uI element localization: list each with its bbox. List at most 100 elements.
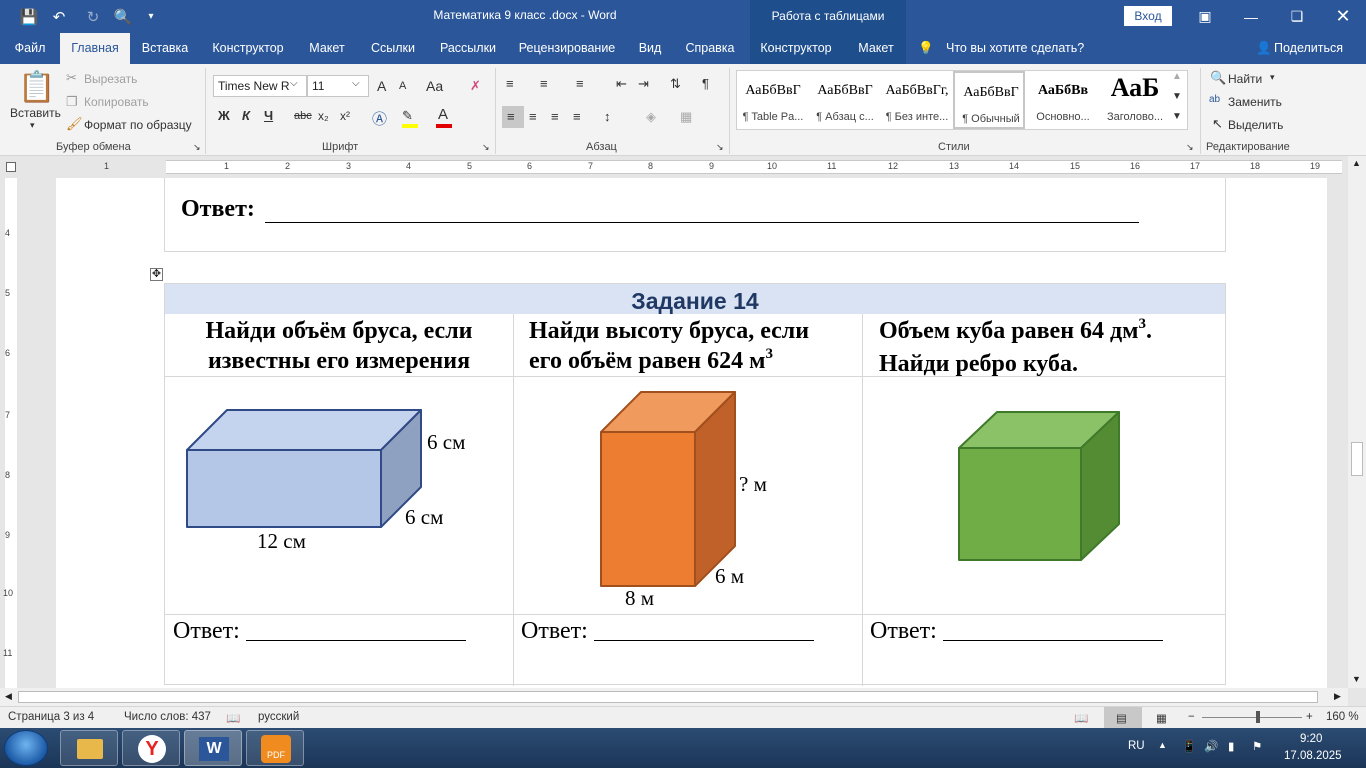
scroll-down-icon[interactable]: ▼ <box>1352 674 1361 684</box>
vertical-scrollbar[interactable]: ▲ ▼ <box>1348 156 1366 688</box>
login-button[interactable]: Вход <box>1124 6 1172 26</box>
styles-more-icon[interactable]: ▼ <box>1172 111 1182 122</box>
proofing-icon[interactable]: 📖 <box>226 711 240 725</box>
bullets-icon[interactable]: ≡ <box>506 76 514 91</box>
zoom-slider[interactable] <box>1202 717 1302 718</box>
tab-table-layout[interactable]: Макет <box>852 33 900 64</box>
tab-layout[interactable]: Макет <box>302 33 352 64</box>
explorer-taskbar-icon[interactable] <box>60 730 118 766</box>
bold-button[interactable]: Ж <box>218 108 230 123</box>
align-right-icon[interactable]: ≡ <box>551 109 559 124</box>
restore-icon[interactable]: ❏ <box>1274 0 1320 33</box>
styles-up-icon[interactable]: ▲ <box>1172 71 1182 82</box>
font-launcher-icon[interactable]: ↘ <box>482 142 490 153</box>
justify-icon[interactable]: ≡ <box>573 109 581 124</box>
subscript-button[interactable]: x₂ <box>318 109 329 123</box>
underline-button[interactable]: Ч <box>264 108 273 123</box>
text-effects-icon[interactable]: Ⓐ <box>372 108 387 129</box>
styles-launcher-icon[interactable]: ↘ <box>1186 142 1194 153</box>
language-indicator[interactable]: русский <box>258 711 299 723</box>
tray-time[interactable]: 9:20 <box>1300 733 1322 745</box>
tab-file[interactable]: Файл <box>0 33 60 64</box>
line-spacing-icon[interactable]: ↕ <box>604 109 611 124</box>
change-case-button[interactable]: Aa <box>426 78 443 94</box>
tab-help[interactable]: Справка <box>680 33 740 64</box>
tray-expand-icon[interactable]: ▲ <box>1158 740 1167 750</box>
zoom-in-icon[interactable]: + <box>1306 711 1313 723</box>
tell-me-box[interactable]: Что вы хотите сделать? <box>946 33 1086 64</box>
tab-insert[interactable]: Вставка <box>134 33 196 64</box>
cut-button[interactable]: Вырезать <box>84 72 137 86</box>
clear-formatting-icon[interactable]: ✗ <box>470 78 481 94</box>
paste-button[interactable]: Вставить <box>10 106 61 120</box>
document-area[interactable]: Ответ: ✥ Задание 14 Найди объём бруса, е… <box>20 178 1348 688</box>
zoom-out-icon[interactable]: − <box>1188 711 1195 723</box>
style-item[interactable]: АаБбВвГг, ¶ Без инте... <box>881 71 953 129</box>
zoom-level[interactable]: 160 % <box>1326 711 1359 723</box>
word-count[interactable]: Число слов: 437 <box>124 711 211 723</box>
vertical-ruler[interactable]: 4 5 6 7 8 9 10 11 <box>0 178 20 688</box>
find-dropdown-icon[interactable]: ▾ <box>1270 72 1275 83</box>
table-move-handle-icon[interactable]: ✥ <box>150 268 163 281</box>
strikethrough-button[interactable]: abc <box>294 110 312 122</box>
ribbon-display-options-icon[interactable]: ▣ <box>1182 0 1228 33</box>
style-item[interactable]: АаБбВв Основно... <box>1027 71 1099 129</box>
grow-font-button[interactable]: A <box>377 78 386 94</box>
start-button-icon[interactable] <box>4 730 48 766</box>
tab-selector-icon[interactable] <box>6 162 16 172</box>
clipboard-launcher-icon[interactable]: ↘ <box>193 142 201 153</box>
style-item[interactable]: АаБ Заголово... <box>1099 71 1171 129</box>
horizontal-ruler[interactable]: 1 1 2 3 4 5 6 7 8 9 10 11 12 13 14 15 16… <box>0 156 1366 178</box>
undo-icon[interactable]: ↶ <box>44 0 74 33</box>
scroll-up-icon[interactable]: ▲ <box>1352 158 1361 168</box>
align-center-icon[interactable]: ≡ <box>529 109 537 124</box>
page-count[interactable]: Страница 3 из 4 <box>8 711 94 723</box>
tray-network-icon[interactable]: ▮ <box>1228 739 1234 753</box>
horizontal-scrollbar[interactable]: ◀ ▶ <box>0 688 1348 706</box>
tab-home[interactable]: Главная <box>60 33 130 64</box>
answer-3[interactable]: Ответ: <box>870 618 1163 645</box>
tray-device-icon[interactable]: 📱 <box>1182 739 1196 753</box>
close-icon[interactable]: ✕ <box>1320 0 1366 33</box>
scroll-right-icon[interactable]: ▶ <box>1334 691 1341 702</box>
shading-icon[interactable]: ◈ <box>646 109 656 125</box>
web-layout-icon[interactable]: ▦ <box>1156 711 1167 725</box>
find-button[interactable]: Найти <box>1228 72 1262 86</box>
paste-dropdown-icon[interactable]: ▾ <box>30 120 35 131</box>
zoom-slider-thumb[interactable] <box>1256 711 1260 723</box>
increase-indent-icon[interactable]: ⇥ <box>638 76 649 92</box>
share-button[interactable]: Поделиться <box>1274 33 1346 64</box>
style-item-selected[interactable]: АаБбВвГ ¶ Обычный <box>953 71 1025 129</box>
borders-icon[interactable]: ▦ <box>680 109 692 125</box>
yandex-taskbar-icon[interactable]: Y <box>122 730 180 766</box>
select-button[interactable]: Выделить <box>1228 118 1283 132</box>
answer-1[interactable]: Ответ: <box>173 618 466 645</box>
tab-review[interactable]: Рецензирование <box>514 33 620 64</box>
tab-view[interactable]: Вид <box>632 33 668 64</box>
multilevel-list-icon[interactable]: ≡ <box>576 76 584 91</box>
italic-button[interactable]: К <box>242 108 250 123</box>
font-name-dropdown-icon[interactable]: ⌵ <box>290 78 298 89</box>
show-marks-icon[interactable]: ¶ <box>702 76 709 91</box>
paste-icon[interactable]: 📋 <box>18 70 55 105</box>
save-icon[interactable]: 💾 <box>14 0 44 33</box>
style-item[interactable]: АаБбВвГ ¶ Абзац с... <box>809 71 881 129</box>
styles-down-icon[interactable]: ▼ <box>1172 91 1182 102</box>
copy-button[interactable]: Копировать <box>84 95 149 109</box>
font-color-icon[interactable]: A <box>438 106 448 123</box>
scroll-left-icon[interactable]: ◀ <box>5 691 12 702</box>
replace-button[interactable]: Заменить <box>1228 95 1282 109</box>
tab-references[interactable]: Ссылки <box>362 33 424 64</box>
format-painter-button[interactable]: Формат по образцу <box>84 118 192 132</box>
superscript-button[interactable]: x² <box>340 109 350 123</box>
sort-icon[interactable]: ⇅ <box>670 76 681 92</box>
shrink-font-button[interactable]: A <box>399 80 406 92</box>
highlight-icon[interactable]: ✎ <box>402 108 413 124</box>
print-preview-icon[interactable]: 🔍 <box>108 0 138 33</box>
horizontal-scroll-thumb[interactable] <box>18 691 1318 703</box>
tray-language[interactable]: RU <box>1128 740 1145 752</box>
document-page[interactable]: Ответ: ✥ Задание 14 Найди объём бруса, е… <box>56 178 1327 688</box>
tray-date[interactable]: 17.08.2025 <box>1284 750 1342 762</box>
vertical-scroll-thumb[interactable] <box>1351 442 1363 476</box>
tray-flag-icon[interactable]: ⚑ <box>1252 739 1262 753</box>
